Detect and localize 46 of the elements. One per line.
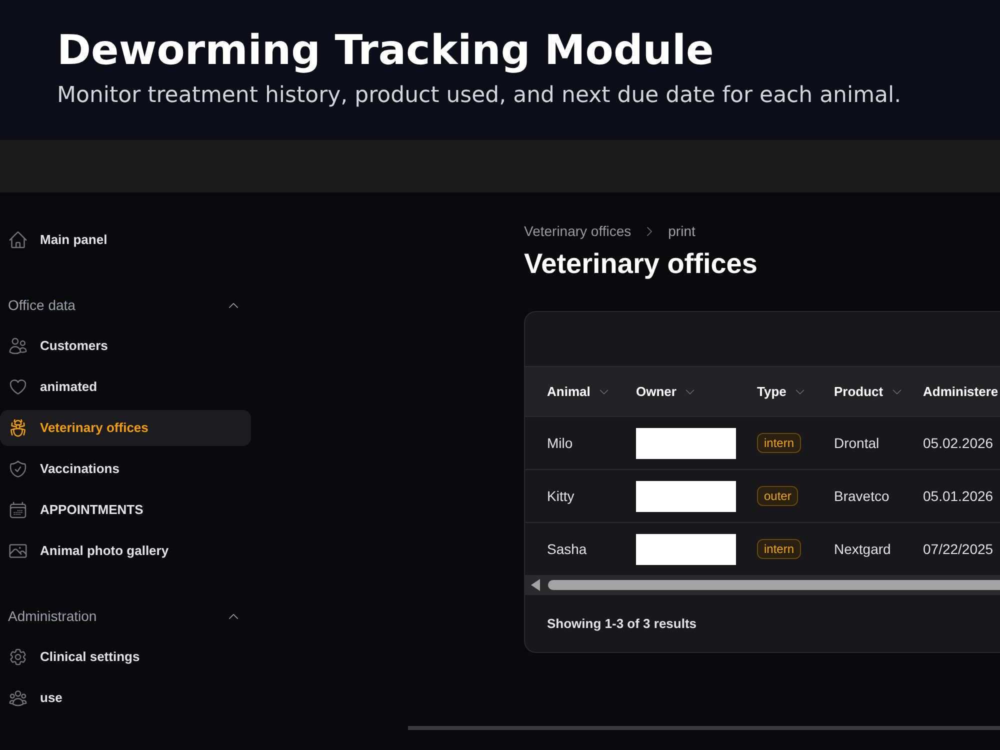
breadcrumb-link[interactable]: Veterinary offices (524, 221, 632, 241)
nav-item[interactable]: Main panel (0, 222, 251, 258)
scroll-left-arrow-icon[interactable] (531, 579, 540, 591)
column-header[interactable]: Product (834, 382, 904, 402)
calendar-icon (8, 500, 28, 520)
nav-item[interactable]: Customers (0, 328, 251, 364)
scrollbar-thumb[interactable] (548, 580, 1000, 590)
column-header[interactable]: Administere (923, 382, 998, 402)
table-text: 05.01.2026 (923, 487, 994, 506)
nav-item[interactable]: Animal photo gallery (0, 533, 251, 569)
image-icon (8, 541, 28, 561)
type-badge: intern (757, 539, 802, 559)
heart-icon (8, 377, 28, 397)
results-summary: Showing 1-3 of 3 results (547, 614, 697, 633)
table-text: Sasha (547, 540, 587, 559)
section-toggle[interactable]: Office data (0, 287, 251, 323)
users-icon (8, 336, 28, 356)
table-text: Milo (547, 434, 573, 453)
section-toggle[interactable]: Administration (0, 598, 251, 634)
column-header[interactable]: Animal (547, 382, 610, 402)
page-description: Monitor treatment history, product used, and next due date for each animal. (57, 82, 902, 110)
nav-item[interactable]: APPOINTMENTS (0, 492, 251, 528)
nav-item[interactable]: Veterinary offices (0, 410, 251, 446)
page-heading: Deworming Tracking Module (57, 26, 715, 74)
column-header[interactable]: Owner (636, 382, 696, 402)
nav-item[interactable]: Clinical settings (0, 639, 251, 675)
table-text: Kitty (547, 487, 574, 506)
user-group-icon (8, 688, 28, 708)
bug-icon (8, 418, 28, 438)
table-text: 05.02.2026 (923, 434, 994, 453)
breadcrumb-current: print (668, 222, 696, 241)
table-text: Drontal (834, 434, 880, 453)
nav-item[interactable]: animated (0, 369, 251, 405)
house-icon (8, 230, 28, 250)
page-scrollbar-thumb[interactable] (408, 726, 1000, 730)
nav-item[interactable]: Vaccinations (0, 451, 251, 487)
type-badge: outer (757, 486, 798, 506)
settings-icon (8, 647, 28, 667)
page-title: Veterinary offices (524, 247, 758, 281)
nav-item[interactable]: use (0, 680, 251, 716)
type-badge: intern (757, 433, 802, 453)
shield-check-icon (8, 459, 28, 479)
table-text: Bravetco (834, 487, 890, 506)
column-header[interactable]: Type (757, 382, 806, 402)
table-text: 07/22/2025 (923, 540, 994, 559)
table-text: Nextgard (834, 540, 891, 559)
